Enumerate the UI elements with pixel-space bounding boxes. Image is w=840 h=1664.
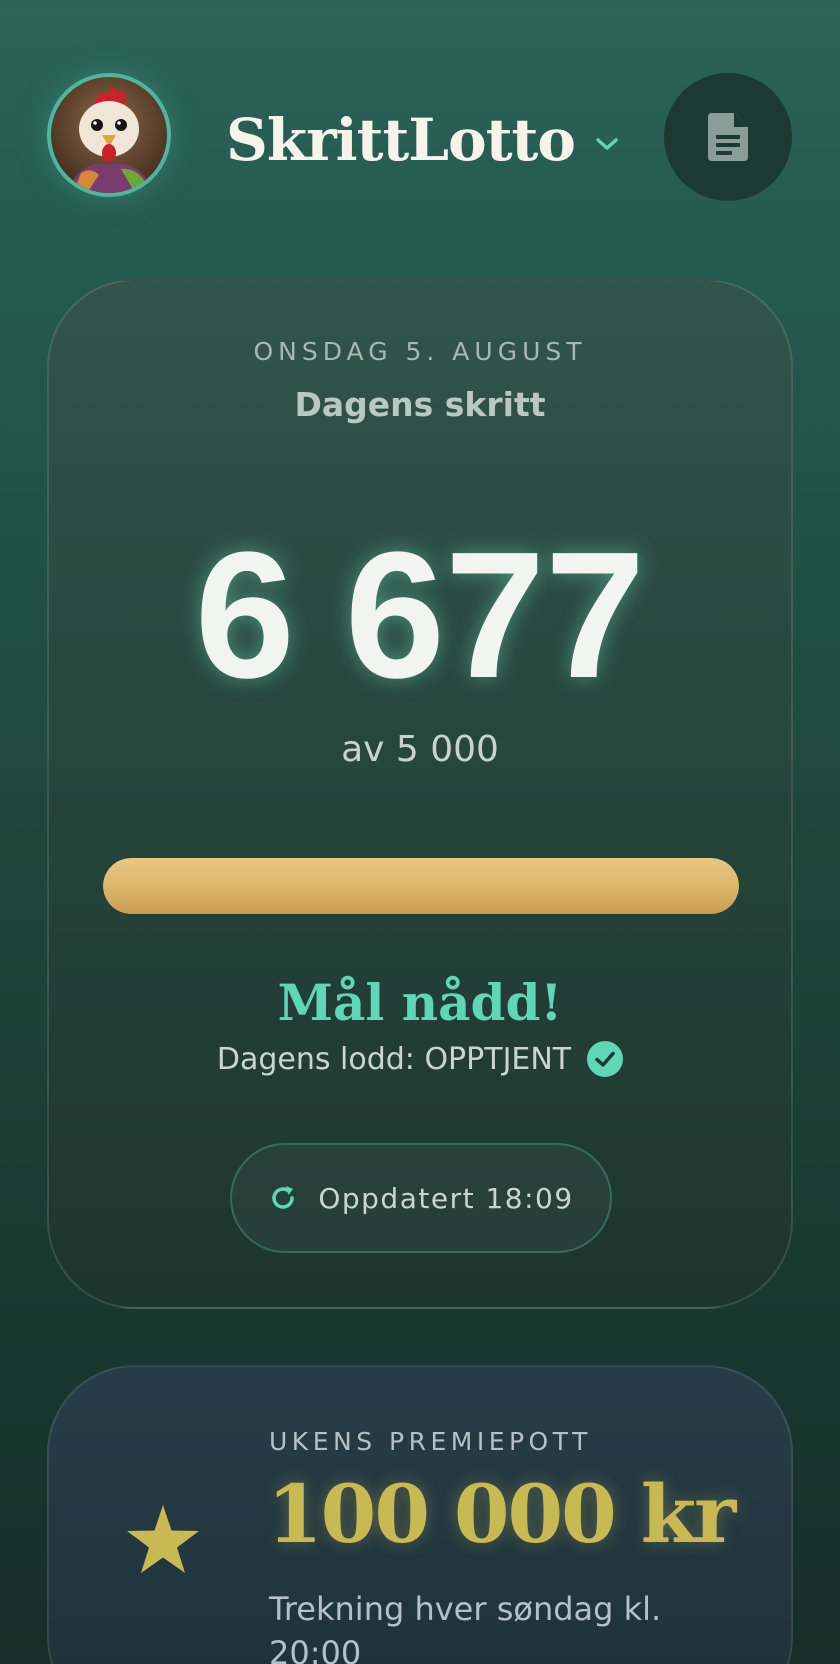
prize-label: UKENS PREMIEPOTT — [269, 1427, 592, 1456]
prize-amount: 100 000 kr — [267, 1467, 736, 1561]
ticket-status-text: Dagens lodd: OPPTJENT — [216, 1041, 572, 1077]
draw-info: Trekning hver søndag kl. 20:00 — [269, 1590, 662, 1664]
weekly-prize-card[interactable]: UKENS PREMIEPOTT 100 000 kr Trekning hve… — [47, 1365, 793, 1664]
card-title: Dagens skritt — [294, 385, 546, 424]
progress-bar-fill — [103, 858, 739, 914]
step-goal: av 5 000 — [341, 729, 499, 770]
rooster-avatar-image — [69, 87, 151, 193]
avatar[interactable] — [47, 73, 171, 197]
daily-steps-card: ONSDAG 5. AUGUST Dagens skritt 6 677 av … — [47, 279, 793, 1309]
date-label: ONSDAG 5. AUGUST — [253, 337, 587, 366]
check-circle-icon — [587, 1041, 624, 1077]
star-icon — [127, 1505, 199, 1573]
chevron-down-icon — [596, 138, 618, 150]
progress-bar — [103, 858, 739, 914]
ticket-status-line: Dagens lodd: OPPTJENT — [49, 1041, 791, 1077]
document-icon — [708, 113, 748, 161]
app-header: SkrittLotto — [0, 0, 840, 280]
step-count: 6 677 — [194, 515, 646, 716]
updated-label: Oppdatert 18:09 — [318, 1181, 574, 1215]
refresh-button[interactable]: Oppdatert 18:09 — [230, 1143, 612, 1253]
refresh-icon — [272, 1186, 295, 1209]
app-switcher[interactable]: SkrittLotto — [226, 100, 621, 180]
goal-status: Mål nådd! — [277, 973, 563, 1032]
document-button[interactable] — [664, 73, 792, 201]
app-title: SkrittLotto — [226, 106, 576, 174]
